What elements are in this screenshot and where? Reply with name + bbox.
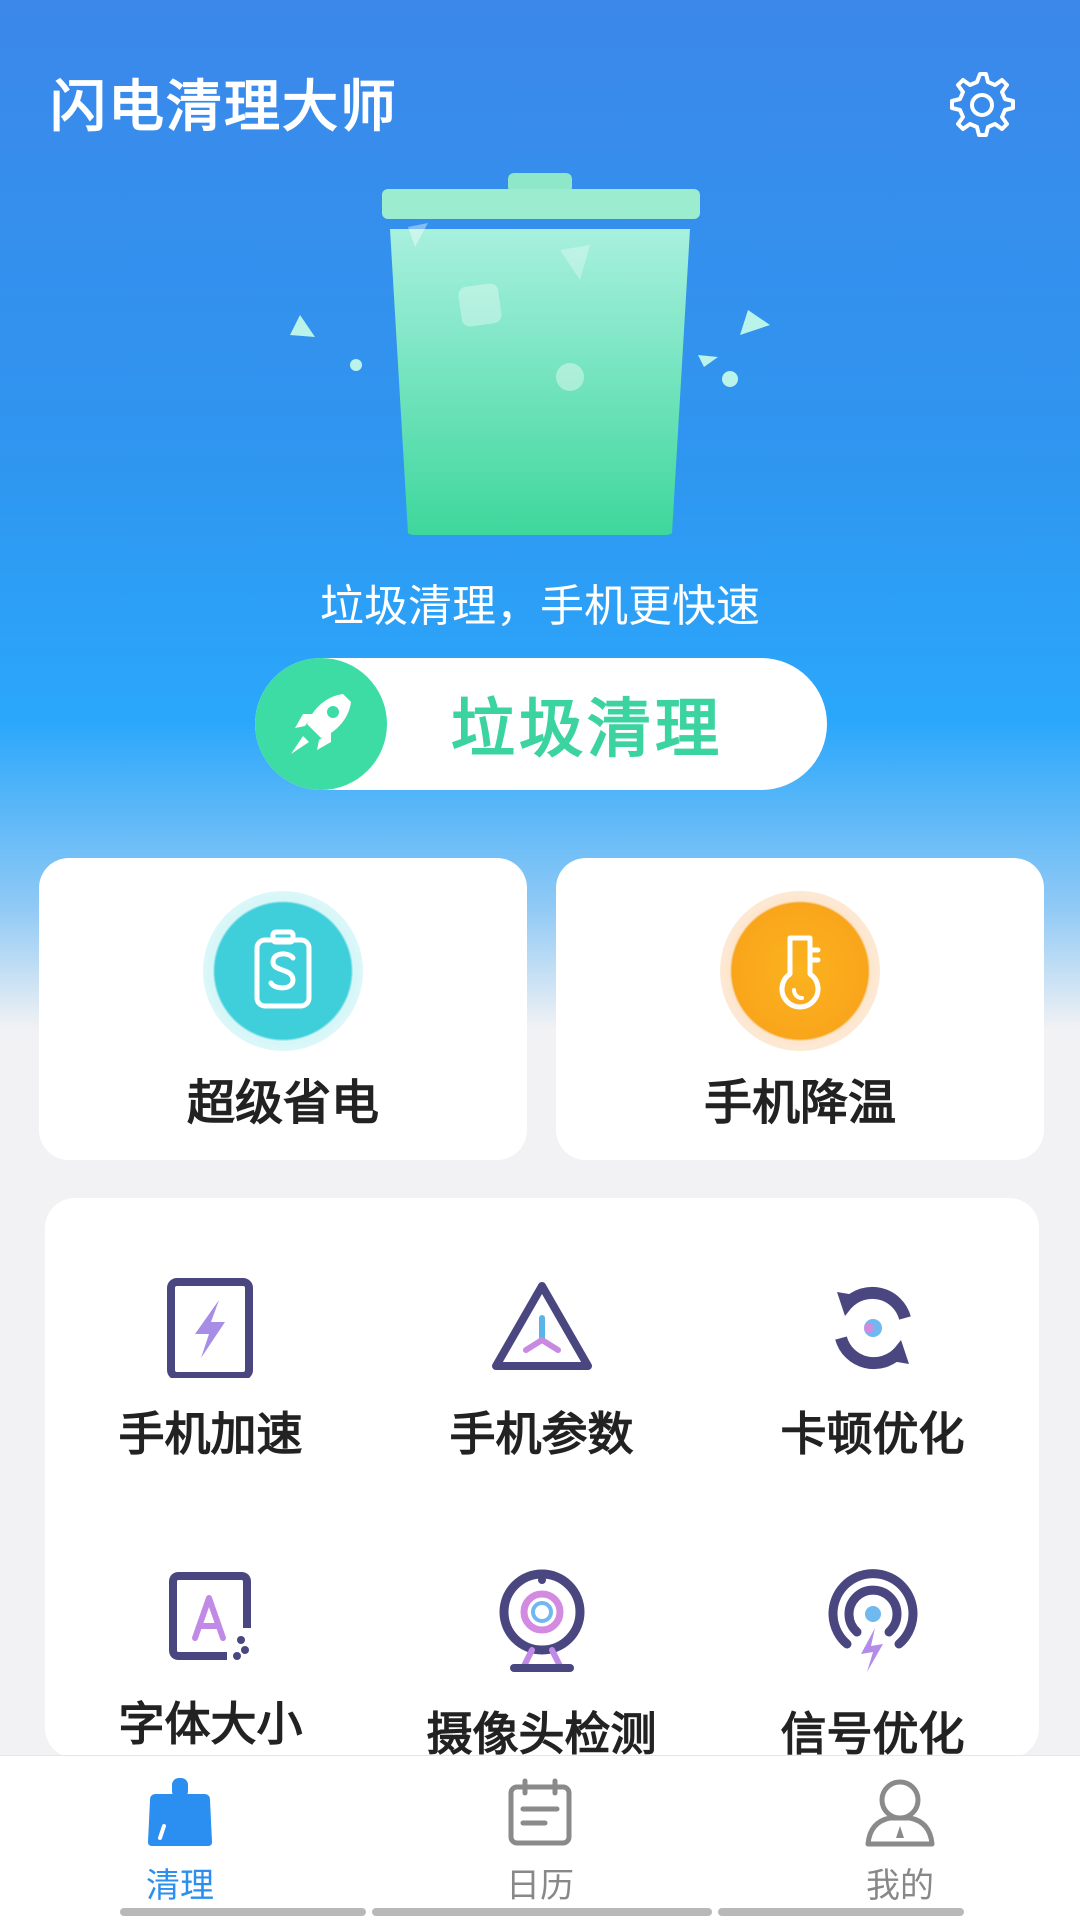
settings-button[interactable] bbox=[938, 62, 1022, 146]
card-phone-cooling-label: 手机降温 bbox=[703, 1075, 896, 1131]
rocket-icon bbox=[291, 694, 351, 754]
calendar-icon bbox=[500, 1776, 580, 1848]
tool-phone-boost-label: 手机加速 bbox=[118, 1407, 303, 1461]
tool-signal-optimize[interactable]: 信号优化 bbox=[707, 1488, 1038, 1758]
tool-phone-params-label: 手机参数 bbox=[449, 1407, 634, 1461]
app-title: 闪电清理大师 bbox=[50, 75, 398, 140]
junk-clean-button[interactable]: 垃圾清理 bbox=[255, 658, 827, 790]
tool-camera-detect[interactable]: 摄像头检测 bbox=[376, 1488, 707, 1758]
refresh-optimize-icon bbox=[818, 1278, 928, 1378]
tool-font-size[interactable]: 字体大小 bbox=[45, 1488, 376, 1751]
profile-icon bbox=[860, 1776, 940, 1848]
triangle-params-icon bbox=[487, 1278, 597, 1378]
camera-detect-icon bbox=[487, 1568, 597, 1678]
tool-phone-params[interactable]: 手机参数 bbox=[376, 1198, 707, 1461]
tool-signal-optimize-label: 信号优化 bbox=[780, 1707, 965, 1758]
gear-icon bbox=[950, 72, 1015, 137]
tool-font-size-label: 字体大小 bbox=[118, 1697, 303, 1751]
card-phone-cooling[interactable]: 手机降温 bbox=[556, 858, 1044, 1160]
lightning-phone-icon bbox=[156, 1278, 266, 1378]
tab-calendar-label: 日历 bbox=[506, 1866, 574, 1906]
font-size-icon bbox=[156, 1568, 266, 1668]
phone-cooling-badge bbox=[720, 891, 880, 1051]
bottom-tab-bar: 清理 日历 我的 bbox=[0, 1755, 1080, 1920]
tool-camera-detect-label: 摄像头检测 bbox=[426, 1707, 657, 1758]
junk-clean-label: 垃圾清理 bbox=[451, 693, 723, 767]
tab-clean[interactable]: 清理 bbox=[0, 1756, 360, 1920]
broom-icon bbox=[140, 1776, 220, 1848]
tab-calendar[interactable]: 日历 bbox=[360, 1756, 720, 1920]
tab-profile-label: 我的 bbox=[866, 1866, 934, 1906]
tab-profile[interactable]: 我的 bbox=[720, 1756, 1080, 1920]
thermometer-icon bbox=[779, 935, 821, 1010]
tool-lag-optimize[interactable]: 卡顿优化 bbox=[707, 1198, 1038, 1461]
card-power-saving-label: 超级省电 bbox=[186, 1075, 379, 1131]
tools-panel: 手机加速 手机参数 卡顿优化 字体大小 摄像头检测 信号优化 bbox=[45, 1198, 1039, 1758]
nav-indicator-center bbox=[372, 1908, 712, 1916]
tab-clean-label: 清理 bbox=[146, 1866, 214, 1906]
hero-slogan: 垃圾清理，手机更快速 bbox=[320, 581, 760, 632]
power-saving-badge bbox=[203, 891, 363, 1051]
signal-optimize-icon bbox=[818, 1568, 928, 1678]
tool-phone-boost[interactable]: 手机加速 bbox=[45, 1198, 376, 1461]
battery-s-icon bbox=[254, 929, 312, 1009]
tool-lag-optimize-label: 卡顿优化 bbox=[780, 1407, 965, 1461]
rocket-badge bbox=[255, 658, 387, 790]
card-power-saving[interactable]: 超级省电 bbox=[39, 858, 527, 1160]
trash-can-illustration bbox=[290, 173, 770, 535]
nav-indicator-left bbox=[120, 1908, 366, 1916]
nav-indicator-right bbox=[718, 1908, 964, 1916]
